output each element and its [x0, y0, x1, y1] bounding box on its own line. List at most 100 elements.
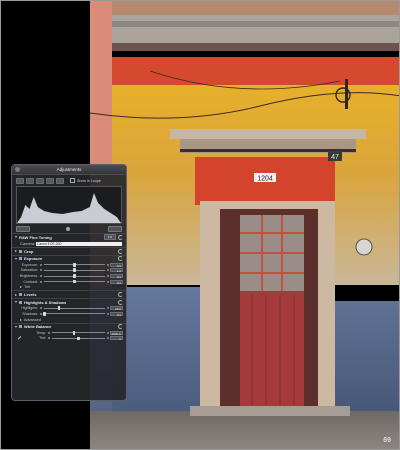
slider-value-field[interactable]: 25.0 — [110, 306, 123, 311]
slider-track[interactable] — [43, 268, 105, 273]
reset-icon[interactable] — [117, 299, 123, 305]
slider-track[interactable] — [43, 262, 105, 267]
facade-photo: 1204 47 — [90, 1, 399, 449]
disclosure-triangle-icon[interactable] — [15, 293, 17, 296]
advanced-label: Advanced — [24, 317, 41, 322]
section-label: Exposure — [24, 256, 43, 262]
enable-checkbox[interactable] — [19, 293, 22, 297]
section-highlights-shadows[interactable]: Highlights & Shadows — [12, 297, 126, 306]
close-icon[interactable] — [15, 167, 20, 172]
raw-version-value[interactable]: 1.0 — [103, 234, 116, 241]
section-white-balance[interactable]: White Balance — [12, 322, 126, 331]
section-exposure[interactable]: Exposure — [12, 254, 126, 263]
camera-field[interactable]: Canon EOS 20D — [36, 241, 122, 246]
page-frame: 1204 47 Adjustments Show in Loupe RAW Fi… — [0, 0, 400, 450]
reset-icon[interactable] — [117, 292, 123, 298]
decrement-icon[interactable] — [39, 274, 42, 277]
slider-value-field[interactable]: 0 — [110, 336, 123, 341]
reset-icon[interactable] — [117, 248, 123, 254]
histogram-footer — [12, 225, 126, 233]
slider-track[interactable] — [51, 330, 105, 335]
disclosure-triangle-icon[interactable] — [20, 286, 22, 289]
camera-label: Camera: — [20, 241, 36, 247]
slider-label: Highlights: — [21, 306, 38, 311]
slider-knob[interactable] — [76, 336, 80, 341]
decrement-icon[interactable] — [47, 331, 50, 334]
enable-checkbox[interactable] — [19, 300, 22, 304]
highlights-shadows-rows: Highlights: 25.0 Shadows: 0.0 — [12, 305, 126, 317]
channel-luminance-button[interactable] — [16, 177, 24, 184]
histogram-controls: Show in Loupe — [12, 175, 126, 185]
slider-knob[interactable] — [72, 274, 76, 278]
decrement-icon[interactable] — [47, 337, 50, 340]
page-number: 69 — [383, 437, 391, 444]
slider-label: Contrast: — [23, 279, 38, 284]
decrement-icon[interactable] — [39, 269, 42, 272]
section-label: Levels — [24, 292, 37, 298]
reset-icon[interactable] — [117, 234, 123, 240]
increment-icon[interactable] — [107, 280, 109, 283]
decrement-icon[interactable] — [39, 312, 42, 315]
disclosure-triangle-icon[interactable] — [15, 236, 17, 239]
increment-icon[interactable] — [107, 312, 109, 315]
disclosure-triangle-icon[interactable] — [15, 257, 17, 260]
slider-knob[interactable] — [43, 311, 47, 316]
slider-track[interactable] — [43, 311, 105, 316]
histogram-right-field[interactable] — [108, 226, 122, 232]
decrement-icon[interactable] — [39, 280, 42, 283]
slider-track[interactable] — [51, 336, 105, 341]
reset-icon[interactable] — [117, 256, 123, 262]
slider-knob[interactable] — [72, 330, 76, 335]
slider-label: Shadows: — [22, 311, 38, 316]
increment-icon[interactable] — [107, 307, 109, 310]
slider-label: Tint: — [39, 336, 46, 341]
decrement-icon[interactable] — [39, 307, 42, 310]
show-in-loupe-checkbox[interactable] — [70, 178, 75, 183]
histogram — [16, 186, 122, 224]
increment-icon[interactable] — [107, 269, 109, 272]
slider-label: Exposure: — [21, 262, 38, 267]
slider-value-field[interactable]: 4900 K — [110, 330, 123, 336]
disclosure-triangle-icon[interactable] — [15, 301, 17, 304]
enable-checkbox[interactable] — [19, 249, 22, 253]
increment-icon[interactable] — [107, 263, 109, 266]
adjustments-hud[interactable]: Adjustments Show in Loupe RAW Fine Tunin… — [11, 164, 127, 401]
section-raw-fine-tuning[interactable]: RAW Fine Tuning 1.0 — [12, 233, 126, 241]
histogram-graph — [17, 193, 121, 223]
gear-icon[interactable] — [66, 227, 70, 231]
section-levels[interactable]: Levels — [12, 290, 126, 298]
slider-knob[interactable] — [72, 268, 76, 273]
disclosure-triangle-icon[interactable] — [15, 250, 17, 253]
section-label: Crop — [24, 248, 34, 254]
slider-track[interactable] — [43, 274, 105, 278]
enable-checkbox[interactable] — [19, 257, 22, 261]
increment-icon[interactable] — [107, 337, 109, 340]
slider-track[interactable] — [43, 306, 105, 311]
slider-label: Temp: — [36, 330, 46, 335]
histogram-left-field[interactable] — [16, 226, 30, 232]
slider-value-field[interactable]: 0.0 — [110, 311, 123, 317]
slider-knob[interactable] — [57, 306, 61, 311]
slider-knob[interactable] — [72, 279, 76, 284]
disclosure-triangle-icon[interactable] — [20, 318, 22, 321]
hud-title-bar[interactable]: Adjustments — [12, 165, 126, 175]
show-in-loupe-label: Show in Loupe — [77, 178, 101, 183]
decrement-icon[interactable] — [39, 263, 42, 266]
channel-red-button[interactable] — [36, 177, 44, 184]
increment-icon[interactable] — [107, 331, 109, 334]
slider-value-field[interactable]: 0.0 — [110, 279, 123, 285]
increment-icon[interactable] — [107, 274, 109, 277]
slider-value-field[interactable]: 0.0 — [110, 262, 123, 268]
slider-track[interactable] — [43, 279, 105, 284]
channel-green-button[interactable] — [46, 177, 54, 184]
section-label: White Balance — [24, 324, 52, 330]
slider-knob[interactable] — [72, 262, 76, 267]
section-crop[interactable]: Crop — [12, 247, 126, 255]
channel-rgb-button[interactable] — [26, 177, 34, 184]
enable-checkbox[interactable] — [19, 325, 22, 329]
reset-icon[interactable] — [117, 324, 123, 330]
slider-value-field[interactable]: 0.0 — [110, 273, 123, 279]
channel-blue-button[interactable] — [56, 177, 64, 184]
disclosure-triangle-icon[interactable] — [15, 325, 17, 328]
slider-value-field[interactable]: 1.0 — [110, 268, 123, 273]
